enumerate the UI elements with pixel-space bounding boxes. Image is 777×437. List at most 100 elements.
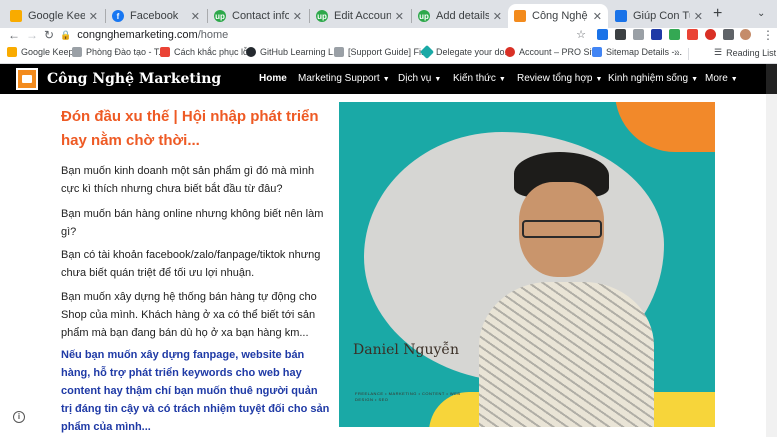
bookmark-item[interactable]: Cách khắc phục lỗ... [160,47,256,57]
tab-title: Facebook [130,10,179,22]
tab-edit-account[interactable]: up Edit Account Information ✕ [310,4,410,28]
close-tab-icon[interactable]: ✕ [191,10,200,23]
hero-paragraph: Bạn muốn xây dựng hệ thống bán hàng tự đ… [61,291,317,339]
bookmark-label: Delegate your do... [436,47,513,57]
close-tab-icon[interactable]: ✕ [493,10,502,23]
nav-label: Kinh nghiệm sống [608,73,689,84]
tab-title: Add details [436,10,489,22]
tab-title: Giúp Con Tự Tin [633,10,690,22]
tab-cong-nghe-marketing[interactable]: Công Nghệ Marketing ✕ [508,4,608,28]
extension-icon[interactable] [615,29,626,40]
bookmark-label: Cách khắc phục lỗ... [174,47,256,57]
bookmark-label: Google Keep [21,47,74,57]
more-menu-icon[interactable]: ⋮ [762,28,774,42]
bookmark-icon [334,47,344,57]
close-tab-icon[interactable]: ✕ [694,10,703,23]
bookmark-item[interactable]: Phòng Đào tạo - T... [72,47,166,57]
new-tab-button[interactable]: + [713,5,722,23]
nav-review-tong-hop[interactable]: Review tổng hợp ▼ [517,73,602,84]
close-tab-icon[interactable]: ✕ [293,10,302,23]
avatar[interactable] [740,29,751,40]
nav-label: Marketing Support [298,73,380,84]
bookmark-label: Phòng Đào tạo - T... [86,47,166,57]
nav-kien-thuc[interactable]: Kiến thức ▼ [453,73,506,84]
nav-label: Kiến thức [453,73,496,84]
reading-list-label: Reading List [726,47,777,58]
nav-marketing-support[interactable]: Marketing Support ▼ [298,73,390,84]
url-host: congnghemarketing.com [77,29,198,41]
tab-search-icon[interactable]: ⌄ [757,8,765,19]
tab-add-details[interactable]: up Add details ✕ [412,4,508,28]
chevron-down-icon: ▼ [382,76,390,83]
reading-list-icon: ☰ [714,47,723,57]
browser-toolbar: ← → ↻ 🔒 congnghemarketing.com/home ☆ ⋮ [0,28,777,44]
profile-image: Daniel Nguyễn FREELANCE • MARKETING • CO… [339,102,715,427]
close-tab-icon[interactable]: ✕ [395,10,404,23]
extension-icon[interactable] [597,29,608,40]
upwork-icon: up [214,10,226,22]
scrollbar[interactable] [766,94,777,437]
bookmark-item[interactable]: Delegate your do... [419,44,513,60]
bookmark-item[interactable]: Sitemap Details -... [592,47,682,57]
tab-title: Google Keep [28,10,85,22]
nav-more[interactable]: More ▼ [705,73,738,84]
nav-home[interactable]: Home [259,73,287,84]
address-bar[interactable]: 🔒 congnghemarketing.com/home ☆ [60,28,590,42]
profile-name: Daniel Nguyễn [353,342,460,358]
more-bookmarks-icon[interactable]: » [674,47,680,58]
browser-tab-strip: Google Keep ✕ f Facebook ✕ up Contact in… [0,0,777,28]
main-content: Đón đầu xu thế | Hội nhập phát triển hay… [0,94,777,437]
glasses-graphic [522,220,602,238]
puzzle-icon[interactable] [723,29,734,40]
info-icon[interactable]: i [13,411,25,423]
bookmark-label: GitHub Learning L... [260,47,341,57]
upwork-icon: up [418,10,430,22]
extension-icon[interactable] [705,29,716,40]
url-text: congnghemarketing.com/home [77,29,228,41]
bookmark-item[interactable]: Google Keep [7,47,74,57]
extension-icon[interactable] [633,29,644,40]
forward-icon[interactable]: → [26,28,38,42]
bookmarks-bar: Google Keep Phòng Đào tạo - T... Cách kh… [0,44,777,64]
chevron-down-icon: ▼ [498,76,506,83]
bookmark-item[interactable]: Account – PRO Sit... [505,47,602,57]
reload-icon[interactable]: ↻ [44,28,54,42]
nav-dich-vu[interactable]: Dịch vụ ▼ [398,73,441,84]
chevron-down-icon: ▼ [595,76,603,83]
nav-label: Dịch vụ [398,73,432,84]
bookmarks-divider [688,48,689,60]
bookmark-icon [419,44,435,60]
scrollbar[interactable] [766,64,777,94]
bookmark-site-icon [615,10,627,22]
nav-label: Review tổng hợp [517,73,593,84]
site-logo[interactable] [16,68,38,90]
extension-icon[interactable] [687,29,698,40]
nav-kinh-nghiem-song[interactable]: Kinh nghiệm sống ▼ [608,73,698,84]
tab-google-keep[interactable]: Google Keep ✕ [4,4,104,28]
hero-highlight: Nếu bạn muốn xây dựng fanpage, website b… [61,349,330,433]
bookmark-item[interactable]: GitHub Learning L... [246,47,341,57]
bookmark-item[interactable]: [Support Guide] Fi... [334,47,429,57]
extension-icon[interactable] [669,29,680,40]
site-logo-icon [514,10,526,22]
site-name[interactable]: Công Nghệ Marketing [47,71,221,87]
extension-icon[interactable] [651,29,662,40]
bookmark-label: [Support Guide] Fi... [348,47,429,57]
reading-list[interactable]: ☰ Reading List [714,47,776,58]
close-tab-icon[interactable]: ✕ [89,10,98,23]
tab-title: Contact info [232,10,289,22]
facebook-icon: f [112,10,124,22]
tab-contact-info[interactable]: up Contact info ✕ [208,4,308,28]
upwork-icon: up [316,10,328,22]
bookmark-icon [7,47,17,57]
bookmark-star-icon[interactable]: ☆ [576,28,586,41]
hero-paragraph: Bạn muốn kinh doanh một sản phẩm gì đó m… [61,165,315,195]
bookmark-icon [160,47,170,57]
tab-facebook[interactable]: f Facebook ✕ [106,4,206,28]
tab-giup-con-tu-tin[interactable]: Giúp Con Tự Tin ✕ [609,4,709,28]
back-icon[interactable]: ← [8,28,20,42]
nav-label: More [705,73,728,84]
lock-icon[interactable]: 🔒 [60,30,71,41]
close-tab-icon[interactable]: ✕ [593,10,602,23]
site-header: Công Nghệ Marketing Home Marketing Suppo… [0,64,777,94]
